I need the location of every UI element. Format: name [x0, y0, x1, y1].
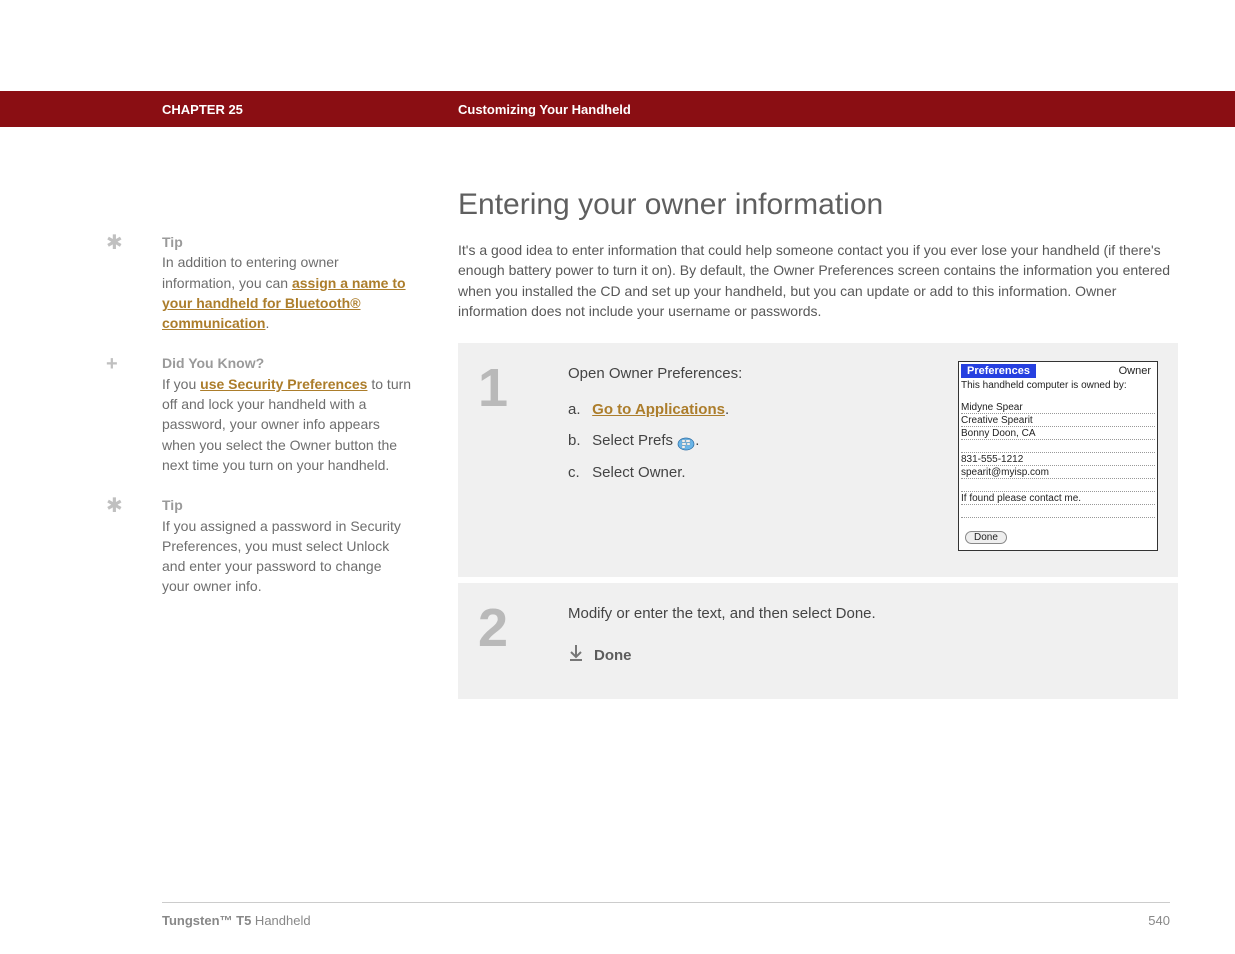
step1-a-post: .	[725, 401, 729, 418]
prefs-icon	[677, 434, 695, 448]
letter-b: b.	[568, 428, 588, 454]
link-security-preferences[interactable]: use Security Preferences	[200, 376, 367, 392]
letter-c: c.	[568, 460, 588, 486]
dyk-pre: If you	[162, 376, 200, 392]
ss-line3: Bonny Doon, CA	[961, 427, 1155, 440]
sidebar: ✱ Tip In addition to entering owner info…	[132, 232, 412, 617]
tip-1: ✱ Tip In addition to entering owner info…	[132, 232, 412, 333]
step-number: 2	[478, 601, 538, 673]
ss-preferences-label: Preferences	[961, 364, 1036, 378]
step1-title: Open Owner Preferences:	[568, 361, 928, 387]
step1-c-text: Select Owner.	[592, 464, 685, 481]
chapter-title: Customizing Your Handheld	[458, 102, 631, 117]
ss-line2: Creative Spearit	[961, 414, 1155, 427]
step-1: 1 Open Owner Preferences: a. Go to Appli…	[458, 343, 1178, 577]
intro-paragraph: It's a good idea to enter information th…	[458, 240, 1178, 321]
link-go-to-applications[interactable]: Go to Applications	[592, 401, 725, 418]
step1-b-pre: Select Prefs	[592, 432, 677, 449]
ss-line5: spearit@myisp.com	[961, 466, 1155, 479]
letter-a: a.	[568, 397, 588, 423]
chapter-label: CHAPTER 25	[162, 102, 243, 117]
step1-b: b. Select Prefs .	[568, 428, 928, 454]
ss-owner-label: Owner	[1119, 365, 1155, 377]
done-indicator: Done	[568, 639, 1158, 673]
owner-preferences-screenshot: Preferences Owner This handheld computer…	[958, 361, 1158, 551]
dyk-body: If you use Security Preferences to turn …	[132, 374, 412, 475]
step1-a: a. Go to Applications.	[568, 397, 928, 423]
page-footer: Tungsten™ T5 Handheld 540	[162, 902, 1170, 928]
page-number: 540	[1148, 913, 1170, 928]
done-label: Done	[594, 643, 632, 669]
asterisk-icon: ✱	[106, 496, 123, 516]
step-instructions: Open Owner Preferences: a. Go to Applica…	[568, 361, 928, 551]
tip-label: Tip	[162, 234, 183, 250]
step-2: 2 Modify or enter the text, and then sel…	[458, 583, 1178, 699]
tip-label: Tip	[162, 497, 183, 513]
ss-blank	[961, 479, 1155, 492]
main-content: Entering your owner information It's a g…	[458, 188, 1178, 705]
ss-done-button: Done	[965, 531, 1007, 544]
ss-line1: Midyne Spear	[961, 401, 1155, 414]
page-title: Entering your owner information	[458, 188, 1178, 222]
step1-c: c. Select Owner.	[568, 460, 928, 486]
tip1-post: .	[265, 315, 269, 331]
ss-blank	[961, 505, 1155, 518]
product-bold: Tungsten™ T5	[162, 913, 251, 928]
ss-owned-by: This handheld computer is owned by:	[961, 380, 1155, 391]
tip-body: In addition to entering owner informatio…	[132, 252, 412, 333]
ss-blank	[961, 440, 1155, 453]
product-rest: Handheld	[251, 913, 310, 928]
tip-2: ✱ Tip If you assigned a password in Secu…	[132, 495, 412, 596]
down-arrow-icon	[568, 639, 584, 673]
step1-b-post: .	[695, 432, 699, 449]
ss-line6: If found please contact me.	[961, 492, 1155, 505]
chapter-header: CHAPTER 25 Customizing Your Handheld	[0, 91, 1235, 127]
product-name: Tungsten™ T5 Handheld	[162, 913, 311, 928]
did-you-know: + Did You Know? If you use Security Pref…	[132, 353, 412, 475]
step-instructions: Modify or enter the text, and then selec…	[568, 601, 1158, 673]
ss-line4: 831-555-1212	[961, 453, 1155, 466]
tip2-body: If you assigned a password in Security P…	[132, 516, 412, 597]
step2-text: Modify or enter the text, and then selec…	[568, 601, 1158, 627]
plus-icon: +	[106, 354, 118, 374]
dyk-label: Did You Know?	[162, 355, 264, 371]
step-number: 1	[478, 361, 538, 551]
asterisk-icon: ✱	[106, 233, 123, 253]
